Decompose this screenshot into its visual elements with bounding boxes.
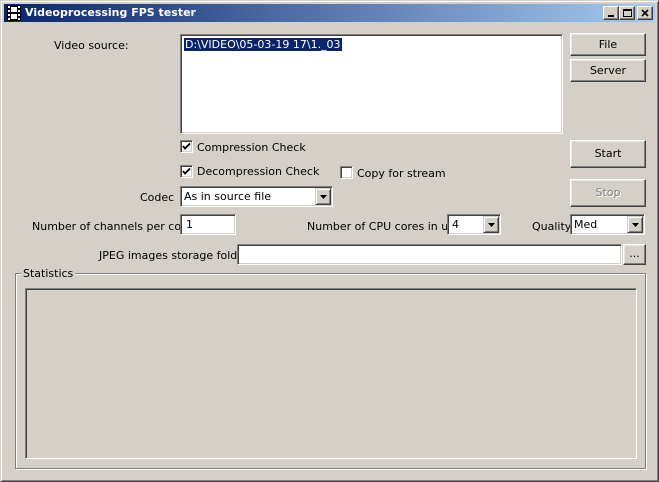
file-button[interactable]: File: [570, 33, 646, 56]
video-source-label: Video source:: [54, 39, 129, 52]
statistics-panel: [25, 288, 637, 459]
server-button[interactable]: Server: [570, 59, 646, 82]
compression-check-label[interactable]: Compression Check: [197, 141, 306, 154]
cpu-cores-value: 4: [452, 218, 459, 231]
quality-dropdown-button[interactable]: [627, 216, 643, 233]
quality-label: Quality: [532, 220, 572, 233]
codec-value: As in source file: [184, 190, 272, 203]
decompression-check-checkbox[interactable]: [180, 165, 193, 178]
codec-dropdown-button[interactable]: [315, 188, 331, 205]
codec-select[interactable]: As in source file: [180, 186, 333, 207]
triangle-down-icon: [632, 223, 639, 227]
channels-per-core-input[interactable]: 1: [180, 214, 236, 235]
copy-for-stream-label[interactable]: Copy for stream: [357, 167, 446, 180]
jpeg-folder-input[interactable]: [237, 244, 622, 265]
maximize-button[interactable]: [619, 6, 635, 20]
title-bar[interactable]: Videoprocessing FPS tester: [4, 4, 655, 22]
channels-per-core-label: Number of channels per core: [32, 220, 193, 233]
window-title: Videoprocessing FPS tester: [25, 6, 196, 19]
codec-label: Codec: [140, 191, 175, 204]
video-source-item[interactable]: D:\VIDEO\05-03-19 17\1._03: [184, 38, 342, 51]
close-button[interactable]: [637, 6, 653, 20]
stop-button[interactable]: Stop: [570, 179, 646, 207]
checkmark-icon: [182, 167, 191, 175]
quality-select[interactable]: Med: [570, 214, 645, 235]
video-source-list[interactable]: D:\VIDEO\05-03-19 17\1._03: [180, 34, 563, 134]
start-button[interactable]: Start: [570, 140, 646, 168]
browse-folder-button[interactable]: ...: [623, 244, 646, 265]
minimize-icon: [608, 15, 614, 17]
triangle-down-icon: [320, 195, 327, 199]
maximize-icon: [623, 9, 632, 17]
cpu-cores-dropdown-button[interactable]: [483, 216, 499, 233]
minimize-button[interactable]: [603, 6, 619, 20]
checkmark-icon: [182, 142, 191, 150]
triangle-down-icon: [488, 223, 495, 227]
close-icon: [641, 9, 649, 17]
statistics-label: Statistics: [21, 267, 76, 280]
compression-check-checkbox[interactable]: [180, 140, 193, 153]
channels-per-core-value: 1: [186, 218, 193, 231]
decompression-check-label[interactable]: Decompression Check: [197, 165, 319, 178]
copy-for-stream-checkbox[interactable]: [340, 166, 353, 179]
quality-value: Med: [574, 218, 598, 231]
app-window: Videoprocessing FPS tester Video source:…: [0, 0, 659, 482]
cpu-cores-label: Number of CPU cores in use: [307, 220, 461, 233]
cpu-cores-select[interactable]: 4: [447, 214, 501, 235]
film-strip-icon: [7, 5, 21, 21]
jpeg-folder-label: JPEG images storage folder: [99, 249, 249, 262]
